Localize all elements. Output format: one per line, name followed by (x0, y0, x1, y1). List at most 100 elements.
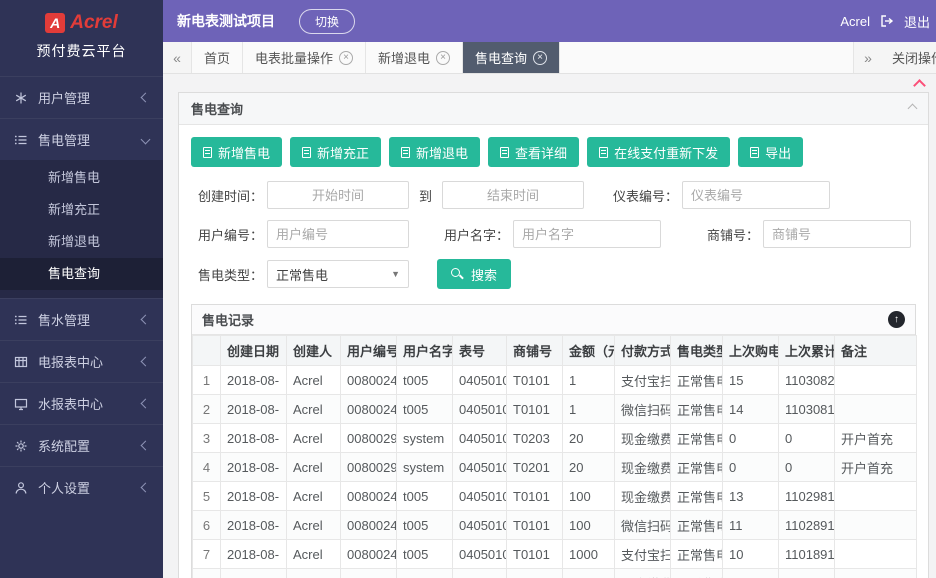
table-cell: 1101891. (779, 540, 835, 569)
tabs-scroll-right-button[interactable]: » (853, 42, 882, 73)
table-cell: 1103081. (779, 395, 835, 424)
tab-new-refund[interactable]: 新增退电 × (366, 42, 463, 73)
tab-home[interactable]: 首页 (192, 42, 243, 73)
start-time-input[interactable] (267, 181, 409, 209)
sidebar-item-user-management[interactable]: 用户管理 (0, 76, 163, 118)
create-time-label: 创建时间： (191, 186, 263, 205)
table-row[interactable]: 82018-08-Acrel0080024t0050405010T0101100… (193, 569, 917, 578)
table-row[interactable]: 32018-08-Acrel0080029system0405010T02032… (193, 424, 917, 453)
sidebar-item-water-report-center[interactable]: 水报表中心 (0, 382, 163, 424)
sidebar-subitem-sale-query[interactable]: 售电查询 (0, 258, 163, 290)
table-row[interactable]: 22018-08-Acrel0080024t0050405010T01011微信… (193, 395, 917, 424)
table-cell: 微信扫码支 (615, 395, 671, 424)
sidebar-subitem-new-refund[interactable]: 新增退电 (0, 226, 163, 258)
scroll-top-icon[interactable]: ↑ (888, 311, 905, 328)
sidebar-item-system-config[interactable]: 系统配置 (0, 424, 163, 466)
table-cell (835, 366, 917, 395)
online-pay-resend-button[interactable]: 在线支付重新下发 (587, 137, 730, 167)
column-header: 商铺号 (507, 336, 563, 366)
table-cell (835, 569, 917, 578)
table-cell: 现金缴费 (615, 453, 671, 482)
view-detail-button[interactable]: 查看详细 (488, 137, 579, 167)
button-label: 新增充正 (317, 143, 369, 162)
shop-no-input[interactable] (763, 220, 911, 248)
top-header: 新电表测试项目 切换 Acrel 退出 (163, 0, 936, 42)
switch-project-button[interactable]: 切换 (299, 9, 355, 34)
logout-link[interactable]: 退出 (904, 12, 930, 31)
row-index: 7 (193, 540, 221, 569)
table-cell: 0405010 (453, 366, 507, 395)
tab-sale-query[interactable]: 售电查询 × (463, 42, 560, 73)
new-recharge-button[interactable]: 新增充正 (290, 137, 381, 167)
close-tab-icon[interactable]: × (436, 51, 450, 65)
sidebar-item-label: 用户管理 (38, 88, 142, 107)
button-label: 新增退电 (416, 143, 468, 162)
new-sale-button[interactable]: 新增售电 (191, 137, 282, 167)
sidebar-item-electric-report-center[interactable]: 电报表中心 (0, 340, 163, 382)
tab-label: 新增退电 (378, 48, 430, 67)
column-header: 备注 (835, 336, 917, 366)
end-time-input[interactable] (442, 181, 584, 209)
sidebar-item-label: 个人设置 (38, 478, 142, 497)
sidebar-item-water-management[interactable]: 售水管理 (0, 298, 163, 340)
table-cell: 0 (723, 424, 779, 453)
table-cell: 20 (563, 424, 615, 453)
table-cell: T0101 (507, 569, 563, 578)
table-cell: 正常售电 (671, 453, 723, 482)
table-cell: 15 (723, 366, 779, 395)
sidebar-subitem-new-recharge[interactable]: 新增充正 (0, 194, 163, 226)
table-cell: t005 (397, 569, 453, 578)
table-row[interactable]: 12018-08-Acrel0080024t0050405010T01011支付… (193, 366, 917, 395)
chevron-left-icon (141, 93, 151, 103)
logout-icon[interactable] (880, 14, 894, 28)
platform-title: 预付费云平台 (0, 41, 163, 61)
meter-no-input[interactable] (682, 181, 830, 209)
export-button[interactable]: 导出 (738, 137, 803, 167)
table-cell: Acrel (287, 395, 341, 424)
sidebar-item-sale-management[interactable]: 售电管理 (0, 118, 163, 160)
sidebar-item-personal-settings[interactable]: 个人设置 (0, 466, 163, 508)
tab-meter-batch[interactable]: 电表批量操作 × (243, 42, 366, 73)
table-cell: 2018-08- (221, 540, 287, 569)
table-cell (835, 482, 917, 511)
table-row[interactable]: 52018-08-Acrel0080024t0050405010T0101100… (193, 482, 917, 511)
column-header: 上次购电 (723, 336, 779, 366)
table-cell: Acrel (287, 569, 341, 578)
table-row[interactable]: 42018-08-Acrel0080029system0405010T02012… (193, 453, 917, 482)
table-cell: 0080024 (341, 569, 397, 578)
person-icon (14, 481, 38, 495)
table-cell: 现金缴费 (615, 569, 671, 578)
table-cell: Acrel (287, 366, 341, 395)
column-header: 付款方式 (615, 336, 671, 366)
search-form: 创建时间： 到 仪表编号： 用户编号： 用户名字： 商铺号： (179, 171, 928, 302)
table-row[interactable]: 62018-08-Acrel0080024t0050405010T0101100… (193, 511, 917, 540)
user-no-input[interactable] (267, 220, 409, 248)
row-index: 6 (193, 511, 221, 540)
monitor-icon (14, 397, 38, 411)
table-cell: 0080024 (341, 395, 397, 424)
region-collapse-icon[interactable] (915, 77, 924, 95)
table-row[interactable]: 72018-08-Acrel0080024t0050405010T0101100… (193, 540, 917, 569)
collapse-panel-icon[interactable] (908, 104, 918, 114)
row-index: 1 (193, 366, 221, 395)
close-tab-icon[interactable]: × (339, 51, 353, 65)
button-label: 在线支付重新下发 (614, 143, 718, 162)
records-table: 创建日期创建人用户编号用户名字表号商铺号金额（元付款方式售电类型上次购电上次累计… (192, 335, 917, 578)
table-cell: 支付宝扫码 (615, 540, 671, 569)
new-refund-button[interactable]: 新增退电 (389, 137, 480, 167)
sale-type-select[interactable]: 正常售电 ▼ (267, 260, 409, 288)
user-name-input[interactable] (513, 220, 661, 248)
table-cell: 1000 (563, 540, 615, 569)
tabs-scroll-left-button[interactable]: « (163, 42, 192, 73)
search-button[interactable]: 搜索 (437, 259, 511, 289)
document-icon (500, 147, 509, 158)
close-tab-icon[interactable]: × (533, 51, 547, 65)
sidebar-subitem-new-sale[interactable]: 新增售电 (0, 162, 163, 194)
sidebar-item-label: 水报表中心 (38, 394, 142, 413)
table-cell: 0080024 (341, 366, 397, 395)
close-operations-dropdown[interactable]: 关闭操作 ▾ (882, 42, 936, 73)
table-cell: system (397, 453, 453, 482)
row-index: 8 (193, 569, 221, 578)
panel-title: 售电查询 (191, 99, 909, 118)
table-cell: 10 (723, 540, 779, 569)
